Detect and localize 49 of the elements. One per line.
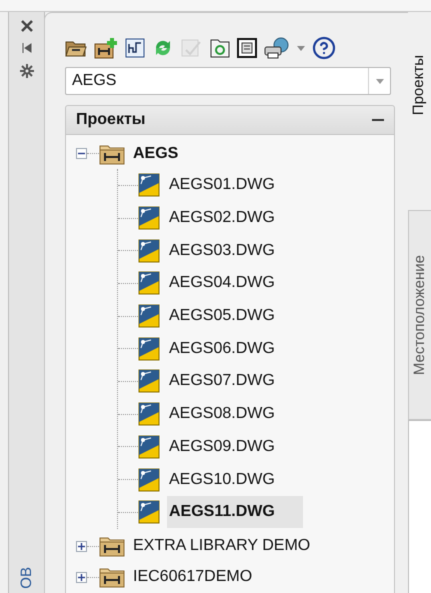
- project-folder-icon: [99, 566, 125, 588]
- pin-icon[interactable]: [20, 42, 32, 54]
- drawing-file-icon: [138, 500, 160, 524]
- project-item[interactable]: EXTRA LIBRARY DEMO: [133, 534, 310, 558]
- drawing-item[interactable]: AEGS06.DWG: [167, 336, 277, 361]
- printer-globe-icon[interactable]: [264, 37, 290, 59]
- drawing-file-icon: [138, 173, 160, 198]
- drawing-item[interactable]: AEGS10.DWG: [167, 468, 277, 492]
- caret-icon[interactable]: [376, 78, 384, 84]
- drawing-item[interactable]: AEGS07.DWG: [167, 369, 277, 394]
- drawing-file-icon: [138, 336, 160, 361]
- dock-title: ОВ: [19, 567, 34, 589]
- drawing-file-icon: [138, 369, 160, 394]
- help-icon[interactable]: [312, 36, 336, 60]
- drawing-file-icon: [138, 468, 160, 492]
- project-item[interactable]: IEC60617DEMO: [133, 565, 252, 590]
- drawing-item[interactable]: AEGS04.DWG: [167, 271, 277, 296]
- drawing-file-icon: [138, 271, 160, 296]
- expander-icon[interactable]: [76, 148, 87, 159]
- new-project-icon[interactable]: [94, 37, 118, 59]
- drawing-item[interactable]: AEGS01.DWG: [167, 173, 277, 198]
- side-tab[interactable]: Проекты: [408, 12, 431, 162]
- caret-icon[interactable]: [297, 46, 305, 50]
- expander-icon[interactable]: [76, 540, 87, 552]
- chart-document-icon[interactable]: [125, 38, 145, 58]
- drawing-item[interactable]: AEGS05.DWG: [167, 304, 277, 328]
- drawing-file-icon: [138, 206, 160, 230]
- side-tab[interactable]: Местоположение: [408, 210, 431, 420]
- project-item[interactable]: AEGS: [133, 142, 178, 166]
- section-header[interactable]: Проекты: [65, 105, 395, 135]
- project-folder-icon: [99, 142, 125, 164]
- close-icon[interactable]: [20, 20, 32, 32]
- expander-icon[interactable]: [76, 572, 87, 583]
- drawing-file-icon: [138, 434, 160, 459]
- drawing-item[interactable]: AEGS02.DWG: [167, 206, 277, 230]
- drawing-file-icon: [138, 402, 160, 426]
- drawing-file-icon: [138, 238, 160, 263]
- section-title: Проекты: [76, 110, 146, 130]
- drawing-item[interactable]: AEGS09.DWG: [167, 434, 277, 459]
- document-list-icon[interactable]: [237, 38, 257, 58]
- project-folder-icon: [99, 535, 125, 558]
- drawing-file-icon: [138, 304, 160, 328]
- drawing-item[interactable]: AEGS03.DWG: [167, 238, 277, 263]
- drawing-item[interactable]: AEGS11.DWG: [167, 496, 303, 528]
- folder-refresh-icon[interactable]: [210, 38, 230, 58]
- drawing-item[interactable]: AEGS08.DWG: [167, 402, 277, 426]
- dropdown-value: AEGS: [71, 71, 118, 91]
- settings-icon[interactable]: [20, 64, 34, 78]
- project-dropdown[interactable]: AEGS: [65, 67, 391, 95]
